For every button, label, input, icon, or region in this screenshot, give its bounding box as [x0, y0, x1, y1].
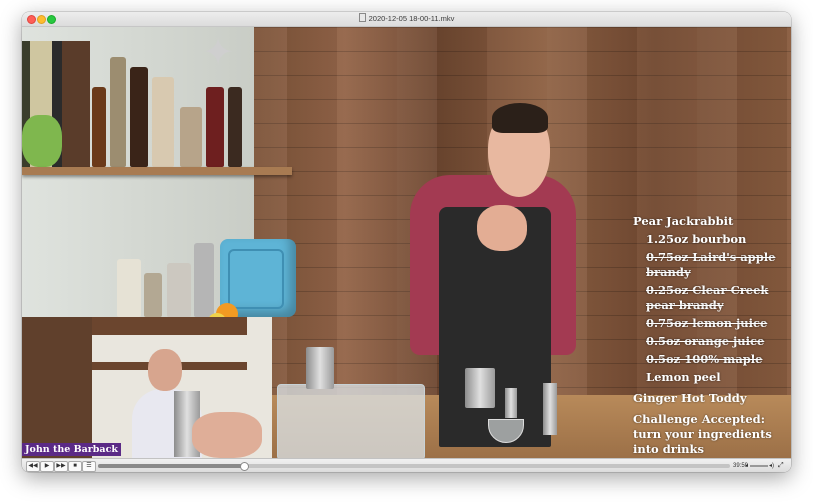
star-ornament: ✦ [202, 32, 234, 74]
window-title: 2020-12-05 18-00-11.mkv [368, 14, 455, 23]
volume-slider[interactable] [750, 465, 768, 467]
video-file-icon [358, 13, 366, 22]
fullscreen-icon[interactable]: ⤢ [778, 461, 784, 471]
bottle [167, 263, 191, 317]
bottle [130, 67, 148, 167]
title-bar: 2020-12-05 18-00-11.mkv [22, 12, 791, 27]
bottle [206, 87, 224, 167]
video-frame[interactable]: ✦ Pear Jackrabbit 1.25oz bourbon 0.75oz … [22, 27, 791, 458]
ingredient: Lemon peel [646, 370, 721, 384]
fast-forward-icon[interactable]: ▶▶ [54, 461, 68, 472]
ingredient: 1.25oz bourbon [646, 232, 747, 246]
volume-high-icon: ◂) [769, 463, 775, 469]
bottle [152, 77, 174, 167]
seek-bar-handle[interactable] [240, 462, 250, 471]
fridge-door [228, 249, 284, 309]
next-drink-title: Ginger Hot Toddy [633, 391, 747, 405]
jigger [505, 388, 517, 418]
pip-person-head [148, 349, 182, 391]
ice-tray [277, 384, 425, 458]
bottle [117, 259, 141, 317]
bottle [180, 107, 202, 167]
pip-hand [192, 412, 262, 458]
bottle [92, 87, 106, 167]
pip-name-label: John the Barback [22, 443, 121, 456]
wall-shelf [22, 167, 292, 175]
bottle [110, 57, 126, 167]
challenge-text: Challenge Accepted: turn your ingredient… [633, 412, 772, 456]
recipe-title: Pear Jackrabbit [633, 214, 734, 228]
seek-bar[interactable] [98, 462, 730, 471]
ingredient-struck: 0.75oz Laird's apple brandy [646, 250, 776, 279]
rewind-icon[interactable]: ◀◀ [26, 461, 40, 472]
bottle [22, 115, 62, 167]
ingredient-struck: 0.5oz 100% maple [646, 352, 763, 366]
bartender-hair [492, 103, 548, 133]
list-icon[interactable]: ☰ [82, 461, 96, 472]
shaker-tin [306, 347, 334, 389]
bottle [228, 87, 242, 167]
bottle [194, 243, 214, 317]
playback-controls: ◀◀ ▶ ▶▶ ■ ☰ 39:59 ◂ ◂) ⤢ [22, 458, 791, 472]
ingredient-struck: 0.25oz Clear Creek pear brandy [646, 283, 769, 312]
picture-in-picture-camera: John the Barback [22, 317, 272, 458]
recipe-overlay: Pear Jackrabbit 1.25oz bourbon 0.75oz La… [633, 214, 791, 457]
pip-upper-cabinet [92, 317, 247, 335]
stop-icon[interactable]: ■ [68, 461, 82, 472]
bottle [144, 273, 162, 317]
ingredient-struck: 0.75oz lemon juice [646, 316, 768, 330]
player-window: 2020-12-05 18-00-11.mkv ✦ Pear Jackrabbi… [22, 12, 791, 472]
volume-low-icon: ◂ [745, 463, 749, 469]
jigger [543, 383, 557, 435]
shaker-tin [465, 368, 495, 408]
ingredient-struck: 0.5oz orange juice [646, 334, 765, 348]
window-title-group: 2020-12-05 18-00-11.mkv [22, 13, 791, 25]
bartender-hands [477, 205, 527, 251]
seek-bar-progress [98, 464, 244, 468]
play-icon[interactable]: ▶ [40, 461, 54, 472]
